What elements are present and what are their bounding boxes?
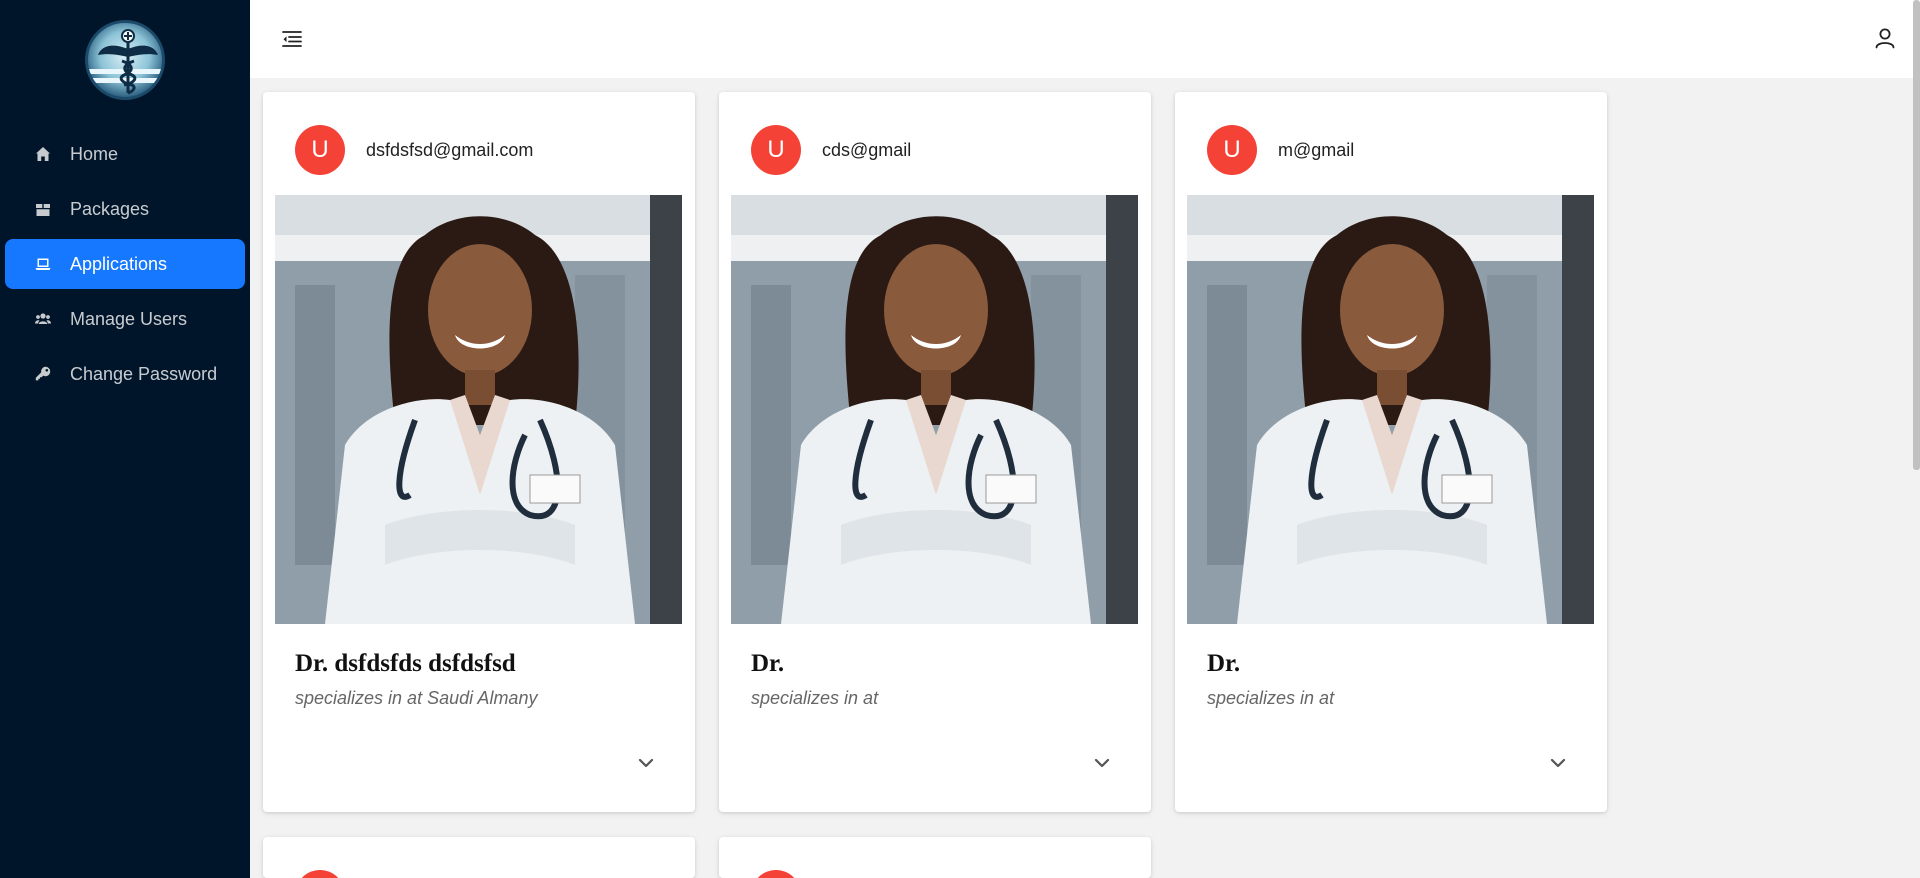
top-header: [250, 0, 1920, 78]
doctor-specialty: specializes in at: [751, 688, 879, 708]
sidebar-item-label: Applications: [70, 253, 168, 274]
avatar: U: [1207, 125, 1257, 175]
applicant-card: U: [263, 837, 695, 878]
card-header: U dsfdsfsd@gmail.com: [295, 125, 533, 175]
avatar: U: [751, 870, 801, 878]
home-icon: [35, 146, 51, 162]
user-icon[interactable]: [1873, 26, 1897, 50]
avatar: U: [295, 125, 345, 175]
chevron-down-icon[interactable]: [1091, 752, 1113, 774]
applicant-card: U cds@gmail Dr. specializes in at: [719, 92, 1151, 812]
doctor-specialty: specializes in at Saudi Almany: [295, 688, 538, 708]
card-header: U: [295, 870, 345, 878]
sidebar-item-change-password[interactable]: Change Password: [5, 349, 245, 399]
sidebar-item-label: Packages: [70, 198, 150, 219]
key-icon: [35, 366, 51, 382]
sidebar-item-label: Change Password: [70, 363, 218, 384]
doctor-photo: [1187, 195, 1594, 624]
sidebar-menu: Home Packages Applications Manage Users …: [5, 129, 245, 404]
applicant-card: U: [719, 837, 1151, 878]
doctor-specialty: specializes in at: [1207, 688, 1335, 708]
doctor-photo: [275, 195, 682, 624]
applicant-card: U m@gmail Dr. specializes in at: [1175, 92, 1607, 812]
applicant-email: m@gmail: [1278, 139, 1355, 160]
applicant-email: dsfdsfsd@gmail.com: [366, 139, 534, 160]
doctor-name: Dr. dsfdsfds dsfdsfsd: [295, 650, 516, 677]
sidebar-item-label: Manage Users: [70, 308, 188, 329]
avatar: U: [751, 125, 801, 175]
avatar: U: [295, 870, 345, 878]
applicant-card: U dsfdsfsd@gmail.com Dr. dsfdsfds dsfdsf…: [263, 92, 695, 812]
doctor-name: Dr.: [751, 650, 785, 677]
sidebar-item-applications[interactable]: Applications: [5, 239, 245, 289]
menu-fold-icon[interactable]: [281, 28, 303, 50]
sidebar-item-packages[interactable]: Packages: [5, 184, 245, 234]
card-header: U m@gmail: [1207, 125, 1354, 175]
doctor-name: Dr.: [1207, 650, 1241, 677]
team-icon: [35, 311, 51, 327]
box-icon: [35, 201, 51, 217]
card-header: U cds@gmail: [751, 125, 911, 175]
applicant-email: cds@gmail: [822, 139, 912, 160]
laptop-icon: [35, 256, 51, 272]
doctor-photo: [731, 195, 1138, 624]
sidebar-item-label: Home: [70, 143, 119, 164]
sidebar-item-manage-users[interactable]: Manage Users: [5, 294, 245, 344]
sidebar: Home Packages Applications Manage Users …: [0, 0, 250, 878]
page-scrollbar[interactable]: [1913, 0, 1920, 470]
chevron-down-icon[interactable]: [635, 752, 657, 774]
logo-caduceus-icon: [85, 20, 165, 100]
sidebar-item-home[interactable]: Home: [5, 129, 245, 179]
chevron-down-icon[interactable]: [1547, 752, 1569, 774]
card-header: U: [751, 870, 801, 878]
